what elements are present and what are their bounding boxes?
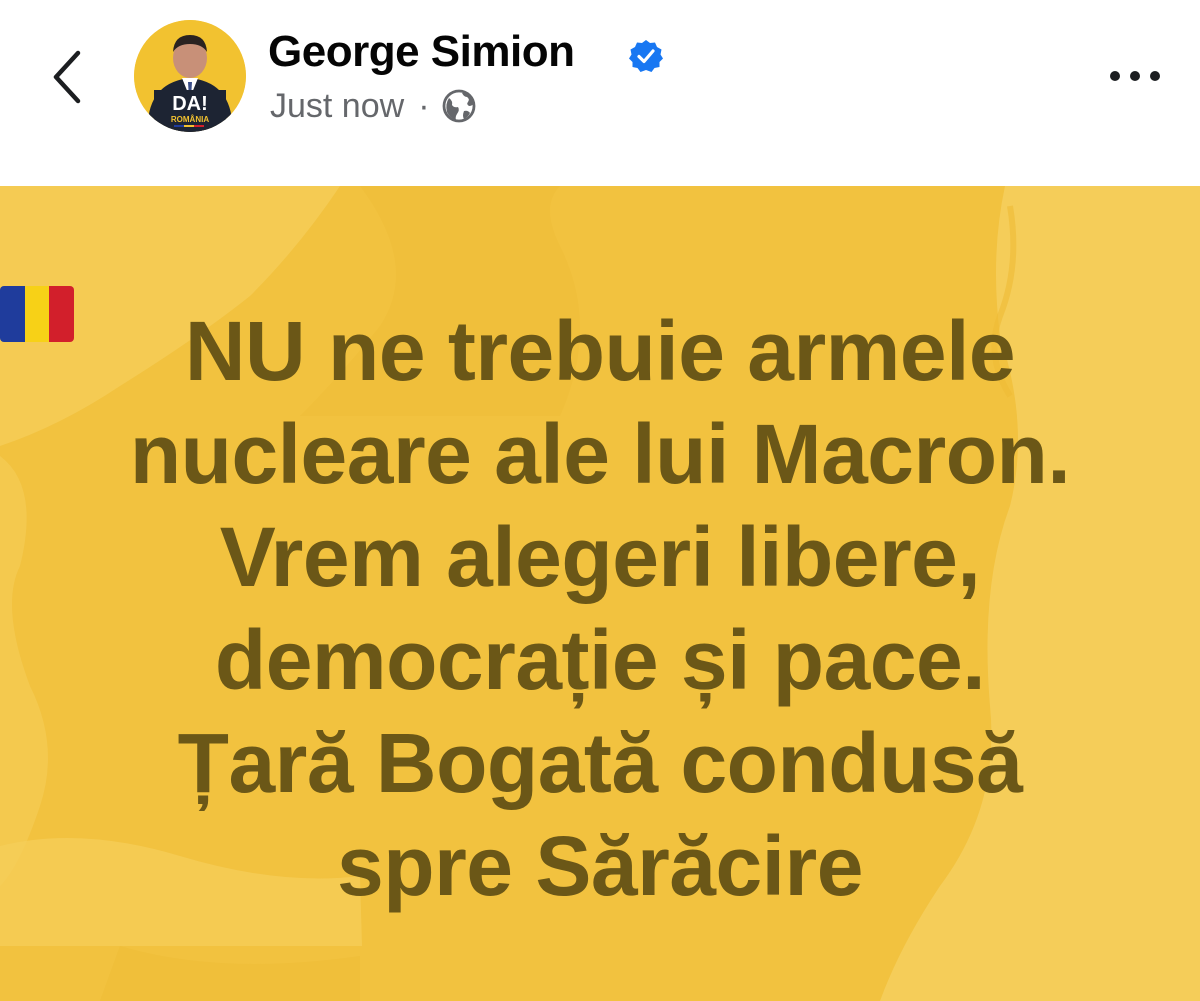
back-button[interactable] xyxy=(36,42,96,112)
avatar-logo-subtext: ROMÂNIA xyxy=(171,115,209,124)
avatar[interactable]: DA! ROMÂNIA xyxy=(134,20,246,132)
timestamp[interactable]: Just now xyxy=(270,87,404,126)
globe-icon[interactable] xyxy=(442,89,476,123)
post-header: DA! ROMÂNIA George Simion Just now · xyxy=(0,0,1200,186)
meta-separator: · xyxy=(418,86,430,125)
chevron-left-icon xyxy=(53,50,81,104)
post-line-4: democrație și pace. xyxy=(214,613,986,707)
post-line-3: Vrem alegeri libere, xyxy=(219,510,981,604)
post-background: NU ne trebuie armele nucleare ale lui Ma… xyxy=(0,186,1200,1001)
post-meta: Just now · xyxy=(270,84,476,128)
post-line-5: Țară Bogată condusă xyxy=(177,716,1023,810)
more-options-button[interactable] xyxy=(1100,54,1170,98)
author-name[interactable]: George Simion xyxy=(268,26,575,78)
post-line-2: nucleare ale lui Macron. xyxy=(129,407,1071,501)
post-view: DA! ROMÂNIA George Simion Just now · NU … xyxy=(0,0,1200,1001)
avatar-image: DA! ROMÂNIA xyxy=(134,20,246,132)
post-line-1: NU ne trebuie armele xyxy=(184,304,1016,398)
post-line-6: spre Sărăcire xyxy=(337,819,863,913)
avatar-logo-text: DA! xyxy=(172,93,208,115)
post-line-5-wrapper: Țară Bogată condusă xyxy=(0,286,1200,815)
romania-flag-icon xyxy=(0,286,74,342)
more-horizontal-icon xyxy=(1110,71,1160,81)
post-text: NU ne trebuie armele nucleare ale lui Ma… xyxy=(0,286,1200,918)
verified-badge-icon xyxy=(629,40,663,72)
